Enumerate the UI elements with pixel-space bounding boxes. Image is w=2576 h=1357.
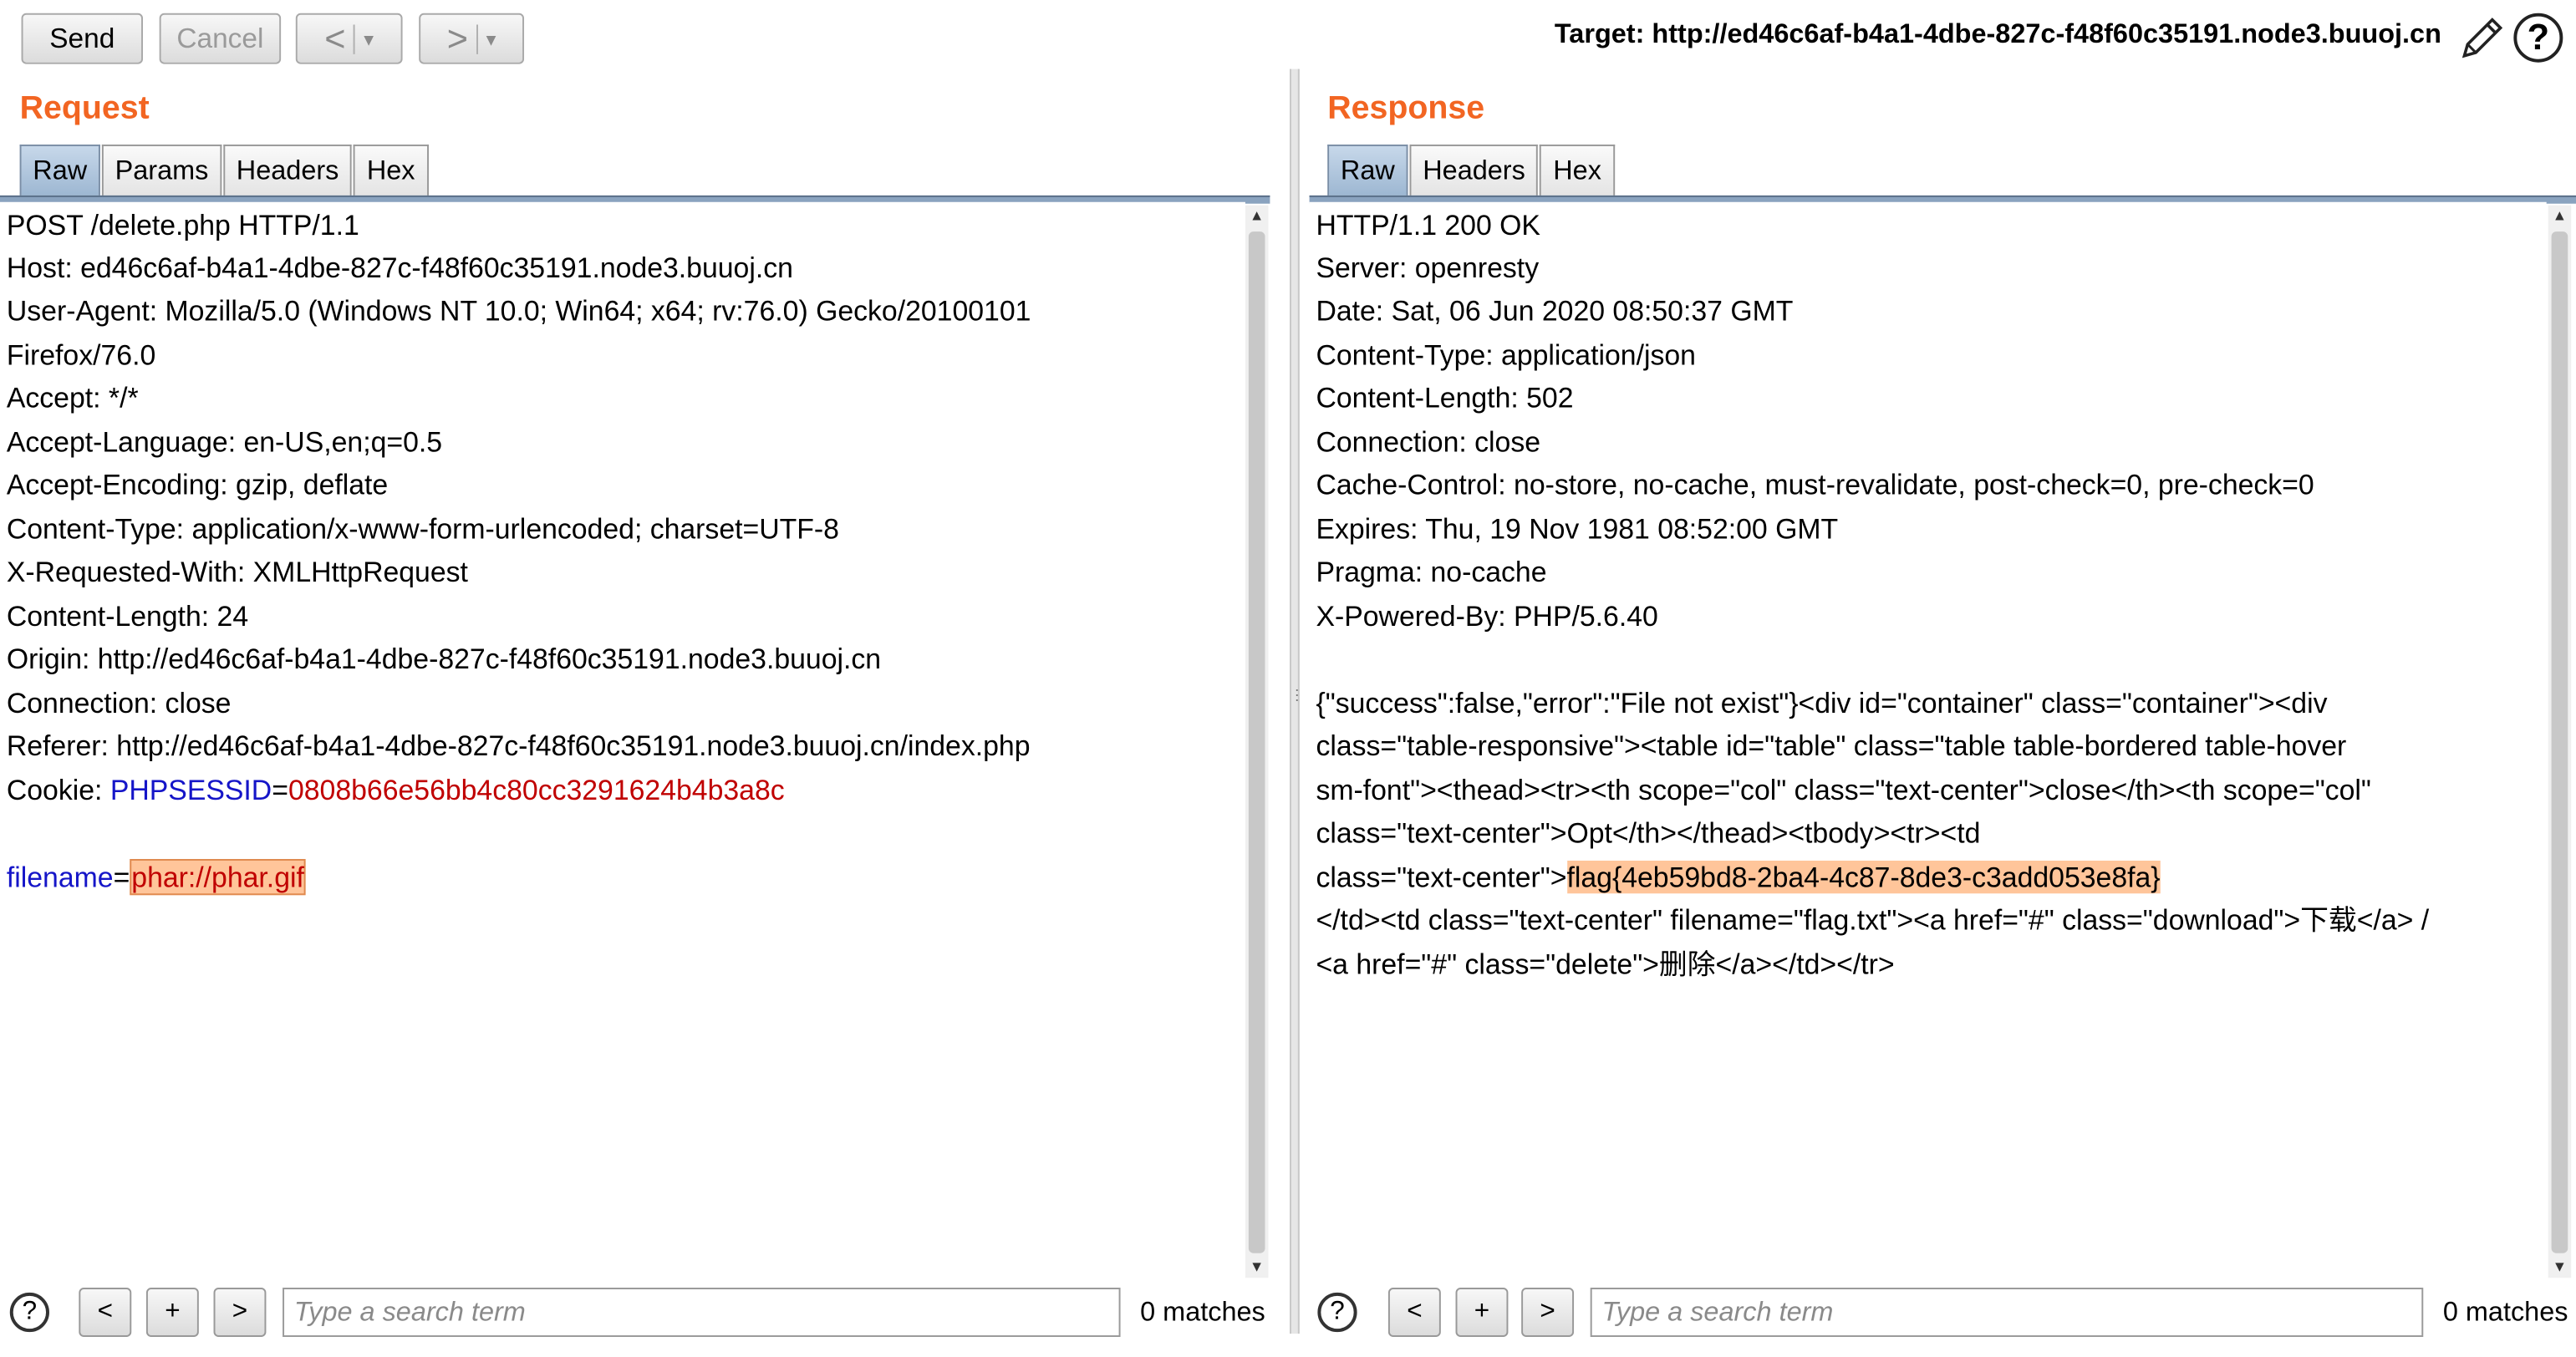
request-tab-raw[interactable]: Raw [19, 144, 100, 196]
request-line: X-Requested-With: XMLHttpRequest [6, 555, 468, 588]
request-line: Host: ed46c6af-b4a1-4dbe-827c-f48f60c351… [6, 251, 793, 285]
request-line: Accept-Language: en-US,en;q=0.5 [6, 425, 443, 459]
body-param-name: filename [6, 860, 114, 894]
response-tab-hex[interactable]: Hex [1540, 144, 1615, 196]
response-search-input[interactable] [1590, 1288, 2424, 1337]
response-line: Expires: Thu, 19 Nov 1981 08:52:00 GMT [1316, 512, 1839, 546]
request-search-input[interactable] [283, 1288, 1121, 1337]
response-body-line: sm-font"><thead><tr><th scope="col" clas… [1316, 773, 2371, 807]
body-param-value-highlight: phar://phar.gif [130, 859, 306, 896]
request-line: POST /delete.php HTTP/1.1 [6, 208, 359, 241]
request-line: Accept: */* [6, 381, 139, 414]
scroll-down-arrow-icon[interactable]: ▼ [1245, 1257, 1269, 1278]
response-editor[interactable]: HTTP/1.1 200 OK Server: openresty Date: … [1309, 201, 2547, 1278]
scroll-up-arrow-icon[interactable]: ▲ [1245, 206, 1269, 227]
cookie-value: 0808b66e56bb4c80cc3291624b4b3a8c [288, 773, 785, 807]
request-line: Connection: close [6, 686, 232, 719]
splitter-grip-icon: ⋮ [1289, 686, 1305, 704]
response-body-line: class="table-responsive"><table id="tabl… [1316, 729, 2347, 763]
response-vertical-scrollbar[interactable]: ▲ ▼ [2548, 205, 2572, 1278]
response-line: HTTP/1.1 200 OK [1316, 208, 1540, 241]
request-line: Content-Type: application/x-www-form-url… [6, 512, 839, 546]
scroll-down-arrow-icon[interactable]: ▼ [2548, 1257, 2572, 1278]
response-tab-raw[interactable]: Raw [1327, 144, 1408, 196]
back-dropdown-icon[interactable]: ▾ [364, 27, 374, 50]
response-body-line: </td><td class="text-center" filename="f… [1316, 903, 2430, 937]
response-tab-headers[interactable]: Headers [1409, 144, 1539, 196]
response-flag-line: class="text-center">flag{4eb59bd8-2ba4-4… [1316, 856, 2161, 898]
forward-arrow-icon: > [446, 17, 469, 58]
response-body-line: <a href="#" class="delete">删除</a></td></… [1316, 948, 1895, 981]
response-body-line: {"success":false,"error":"File not exist… [1316, 686, 2328, 719]
body-param-equals: = [113, 860, 130, 894]
request-search-options-button[interactable]: + [145, 1288, 199, 1337]
response-line: X-Powered-By: PHP/5.6.40 [1316, 599, 1658, 633]
flag-prefix: class="text-center"> [1316, 860, 1567, 894]
response-body-line: class="text-center">Opt</th></thead><tbo… [1316, 816, 1981, 850]
request-match-count: 0 matches [1140, 1297, 1265, 1328]
response-line: Content-Type: application/json [1316, 338, 1696, 372]
response-line: Pragma: no-cache [1316, 555, 1547, 588]
response-line: Connection: close [1316, 425, 1541, 459]
forward-button[interactable]: > ▾ [419, 13, 525, 64]
response-search-options-button[interactable]: + [1455, 1288, 1509, 1337]
request-tab-hex[interactable]: Hex [354, 144, 429, 196]
cookie-equals: = [272, 773, 288, 807]
forward-dropdown-icon[interactable]: ▾ [486, 27, 496, 50]
response-search-next-button[interactable]: > [1521, 1288, 1575, 1337]
cookie-line: Cookie: PHPSESSID=0808b66e56bb4c80cc3291… [7, 769, 785, 811]
burp-repeater-window: Send Cancel < ▾ > ▾ Target: http://ed46c… [0, 0, 2576, 1337]
target-label: Target: http://ed46c6af-b4a1-4dbe-827c-f… [1554, 19, 2441, 49]
request-search-prev-button[interactable]: < [79, 1288, 132, 1337]
response-line: Content-Length: 502 [1316, 381, 1574, 414]
scroll-up-arrow-icon[interactable]: ▲ [2548, 206, 2572, 227]
response-scroll-thumb[interactable] [2551, 231, 2568, 1253]
back-arrow-icon: < [324, 17, 346, 58]
response-help-icon[interactable]: ? [1317, 1292, 1357, 1333]
request-line: Origin: http://ed46c6af-b4a1-4dbe-827c-f… [6, 642, 882, 675]
edit-target-pencil-icon[interactable] [2458, 13, 2507, 63]
request-line: Referer: http://ed46c6af-b4a1-4dbe-827c-… [6, 729, 1031, 763]
request-tab-params[interactable]: Params [101, 144, 222, 196]
request-line: Firefox/76.0 [6, 338, 156, 372]
request-line: Accept-Encoding: gzip, deflate [6, 468, 389, 501]
request-editor[interactable]: POST /delete.php HTTP/1.1 Host: ed46c6af… [0, 201, 1245, 1278]
button-separator [354, 23, 356, 53]
request-line: User-Agent: Mozilla/5.0 (Windows NT 10.0… [6, 293, 1031, 328]
request-tabs: Raw Params Headers Hex [19, 144, 430, 197]
send-button[interactable]: Send [21, 13, 144, 64]
cookie-name: PHPSESSID [109, 773, 272, 807]
request-vertical-scrollbar[interactable]: ▲ ▼ [1245, 205, 1269, 1278]
response-tabs: Raw Headers Hex [1327, 144, 1616, 197]
response-line: Cache-Control: no-store, no-cache, must-… [1316, 468, 2314, 501]
help-icon[interactable]: ? [2513, 13, 2563, 63]
response-line: Server: openresty [1316, 251, 1540, 285]
back-button[interactable]: < ▾ [295, 13, 403, 64]
button-separator [476, 23, 478, 53]
request-line: Content-Length: 24 [6, 599, 249, 633]
response-line: Date: Sat, 06 Jun 2020 08:50:37 GMT [1316, 293, 1794, 328]
request-title: Request [19, 90, 150, 127]
flag-highlight: flag{4eb59bd8-2ba4-4c87-8de3-c3add053e8f… [1566, 860, 2161, 894]
cookie-header-name: Cookie: [6, 773, 110, 807]
request-scroll-thumb[interactable] [1248, 231, 1265, 1253]
body-param-line: filename= phar://phar.gif [7, 856, 306, 898]
request-search-next-button[interactable]: > [213, 1288, 267, 1337]
response-title: Response [1327, 90, 1485, 127]
response-match-count: 0 matches [2442, 1297, 2568, 1328]
request-tab-headers[interactable]: Headers [223, 144, 353, 196]
request-help-icon[interactable]: ? [9, 1292, 49, 1333]
response-search-prev-button[interactable]: < [1387, 1288, 1441, 1337]
cancel-button[interactable]: Cancel [159, 13, 282, 64]
